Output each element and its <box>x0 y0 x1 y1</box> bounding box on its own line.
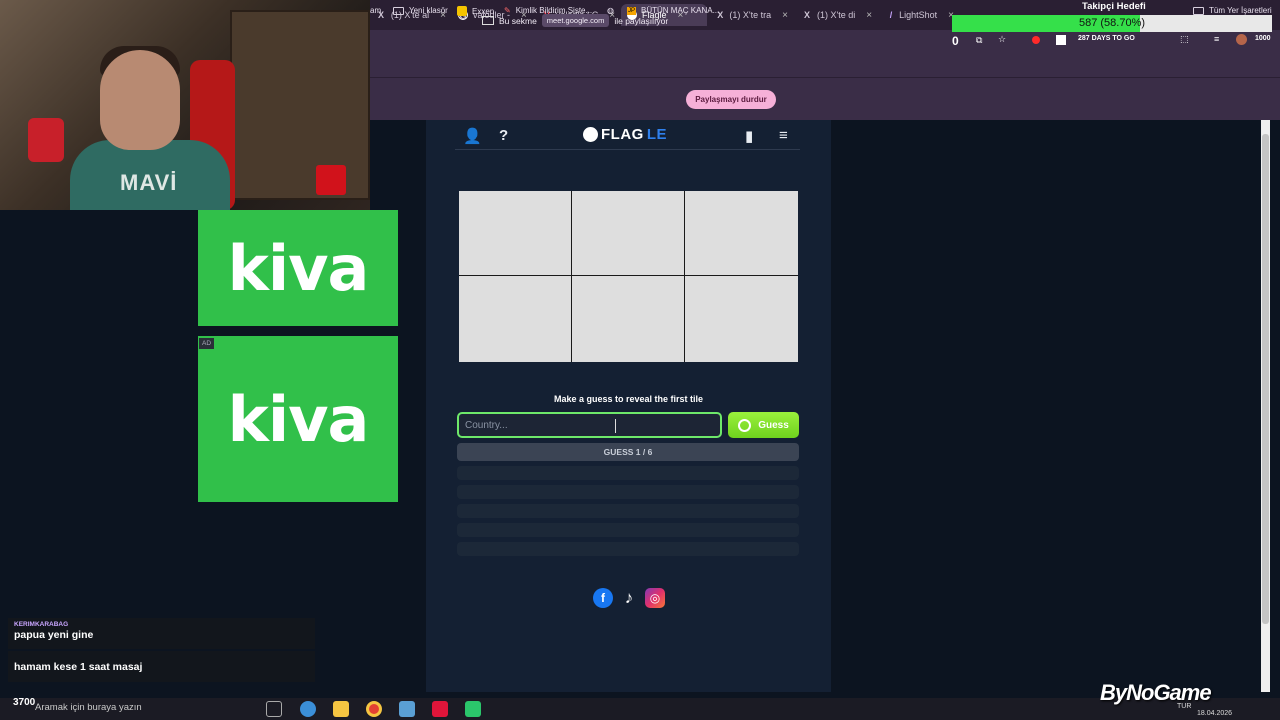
stop-sharing-button[interactable]: Paylaşmayı durdur <box>686 90 776 109</box>
avatar[interactable] <box>1236 34 1247 45</box>
recording-icon[interactable] <box>1032 36 1040 44</box>
chat-message: KERIMKARABAG papua yeni gine <box>8 618 315 649</box>
flag-tile <box>685 191 798 276</box>
page-background <box>831 120 1261 692</box>
flag-tile <box>685 276 798 362</box>
tab-x-3[interactable]: X (1) X'te di × <box>796 4 880 26</box>
close-icon[interactable]: × <box>866 10 872 21</box>
file-explorer-icon[interactable] <box>333 701 349 717</box>
viewer-counter: 3700 <box>13 697 36 708</box>
browser-toolbar: 0 ⧉ ☆ 287 DAYS TO GO ⬚ ≡ 1000 <box>952 34 1280 50</box>
ad-label: AD <box>199 338 215 349</box>
chat-message: hamam kese 1 saat masaj <box>8 651 315 682</box>
chat-username <box>8 651 315 660</box>
hint-text: Make a guess to reveal the first tile <box>553 394 704 404</box>
chat-username: KERIMKARABAG <box>14 621 69 628</box>
edge-icon[interactable] <box>300 701 316 717</box>
webcam-feed: MAVİ <box>0 0 370 210</box>
chrome-icon[interactable] <box>366 701 382 717</box>
close-icon[interactable]: × <box>782 10 788 21</box>
globe-icon <box>583 127 598 142</box>
flagle-logo: FLAG LE <box>583 126 667 143</box>
game-app-icon[interactable] <box>465 701 481 717</box>
share-url: meet.google.com <box>541 14 610 27</box>
x-icon: X <box>803 10 810 20</box>
puzzle-icon[interactable]: ⬚ <box>1180 34 1189 45</box>
globe-icon <box>738 418 752 432</box>
date-label: 18.04.2026 <box>1197 710 1233 717</box>
menu-icon[interactable]: ≡ <box>1214 34 1219 44</box>
guess-slot <box>457 504 799 518</box>
lightshot-icon: / <box>889 10 893 20</box>
kiva-logo: kiva <box>227 231 370 305</box>
flag-tile-grid <box>459 191 798 362</box>
kiva-logo: kiva <box>227 382 370 456</box>
flag-tile <box>572 191 685 276</box>
cast-icon[interactable]: ⧉ <box>976 35 982 46</box>
guess-slot <box>457 523 799 537</box>
guess-slot <box>457 542 799 556</box>
red-cup <box>28 118 64 162</box>
windows-taskbar <box>0 698 1280 720</box>
star-icon[interactable]: ☆ <box>998 34 1006 45</box>
flag-tile <box>459 191 572 276</box>
help-icon[interactable]: ? <box>499 127 508 144</box>
score-label: 1000 <box>1255 35 1271 42</box>
flag-tile <box>572 276 685 362</box>
hoodie-text: MAVİ <box>120 170 178 195</box>
goal-progress-text: 587 (58.70%) <box>1078 17 1146 29</box>
guess-slot <box>457 466 799 480</box>
facebook-icon[interactable]: f <box>593 588 613 608</box>
chat-text: hamam kese 1 saat masaj <box>14 661 143 673</box>
folder-icon <box>1193 6 1204 15</box>
extension-icon[interactable] <box>1056 35 1066 45</box>
guess-counter: GUESS 1 / 6 <box>457 443 799 461</box>
flag-tile <box>459 276 572 362</box>
counter-label: 0 <box>952 34 959 48</box>
task-view-icon[interactable] <box>266 701 282 717</box>
turkish-flag <box>316 165 346 195</box>
bookmark-all[interactable]: Tüm Yer İşaretleri <box>1193 6 1272 15</box>
text-cursor <box>615 419 621 433</box>
tab-lightshot[interactable]: /LightShot× <box>882 4 960 26</box>
country-input[interactable] <box>457 412 722 438</box>
guess-slot <box>457 485 799 499</box>
stats-icon[interactable]: ▮ <box>745 127 753 145</box>
bookmark-yeni-klasor[interactable]: Yeni klasör <box>393 6 448 15</box>
opera-icon[interactable] <box>432 701 448 717</box>
scrollbar-thumb[interactable] <box>1262 134 1269 624</box>
folder-icon <box>393 6 404 15</box>
chat-text: papua yeni gine <box>14 629 94 641</box>
taskbar-search[interactable]: Aramak için buraya yazın <box>35 702 142 713</box>
days-label: 287 DAYS TO GO <box>1078 35 1135 42</box>
notes-icon[interactable] <box>399 701 415 717</box>
tab-x-2[interactable]: X (1) X'te tra × <box>710 4 794 26</box>
share-message: Bu sekme meet.google.com ile paylaşılıyo… <box>482 14 668 27</box>
screen-share-icon <box>482 16 494 25</box>
kiva-ad-top[interactable]: kiva <box>198 210 398 326</box>
brand-watermark: ByNoGame <box>1100 680 1212 705</box>
guess-button[interactable]: Guess <box>728 412 799 438</box>
kiva-ad-bottom[interactable]: kiva <box>198 336 398 502</box>
shelf <box>230 10 370 200</box>
hamburger-menu-icon[interactable]: ≡ <box>779 127 788 144</box>
user-icon[interactable]: 👤 <box>463 127 482 145</box>
bookmark-am[interactable]: am <box>370 6 381 15</box>
goal-title: Takipçi Hedefi <box>1082 1 1146 12</box>
exxen-icon <box>457 6 467 16</box>
tiktok-icon[interactable]: ♪ <box>619 588 639 608</box>
instagram-icon[interactable]: ◎ <box>645 588 665 608</box>
goal-progress-bar: 587 (58.70%) <box>952 15 1272 32</box>
streamer-face <box>100 50 180 150</box>
